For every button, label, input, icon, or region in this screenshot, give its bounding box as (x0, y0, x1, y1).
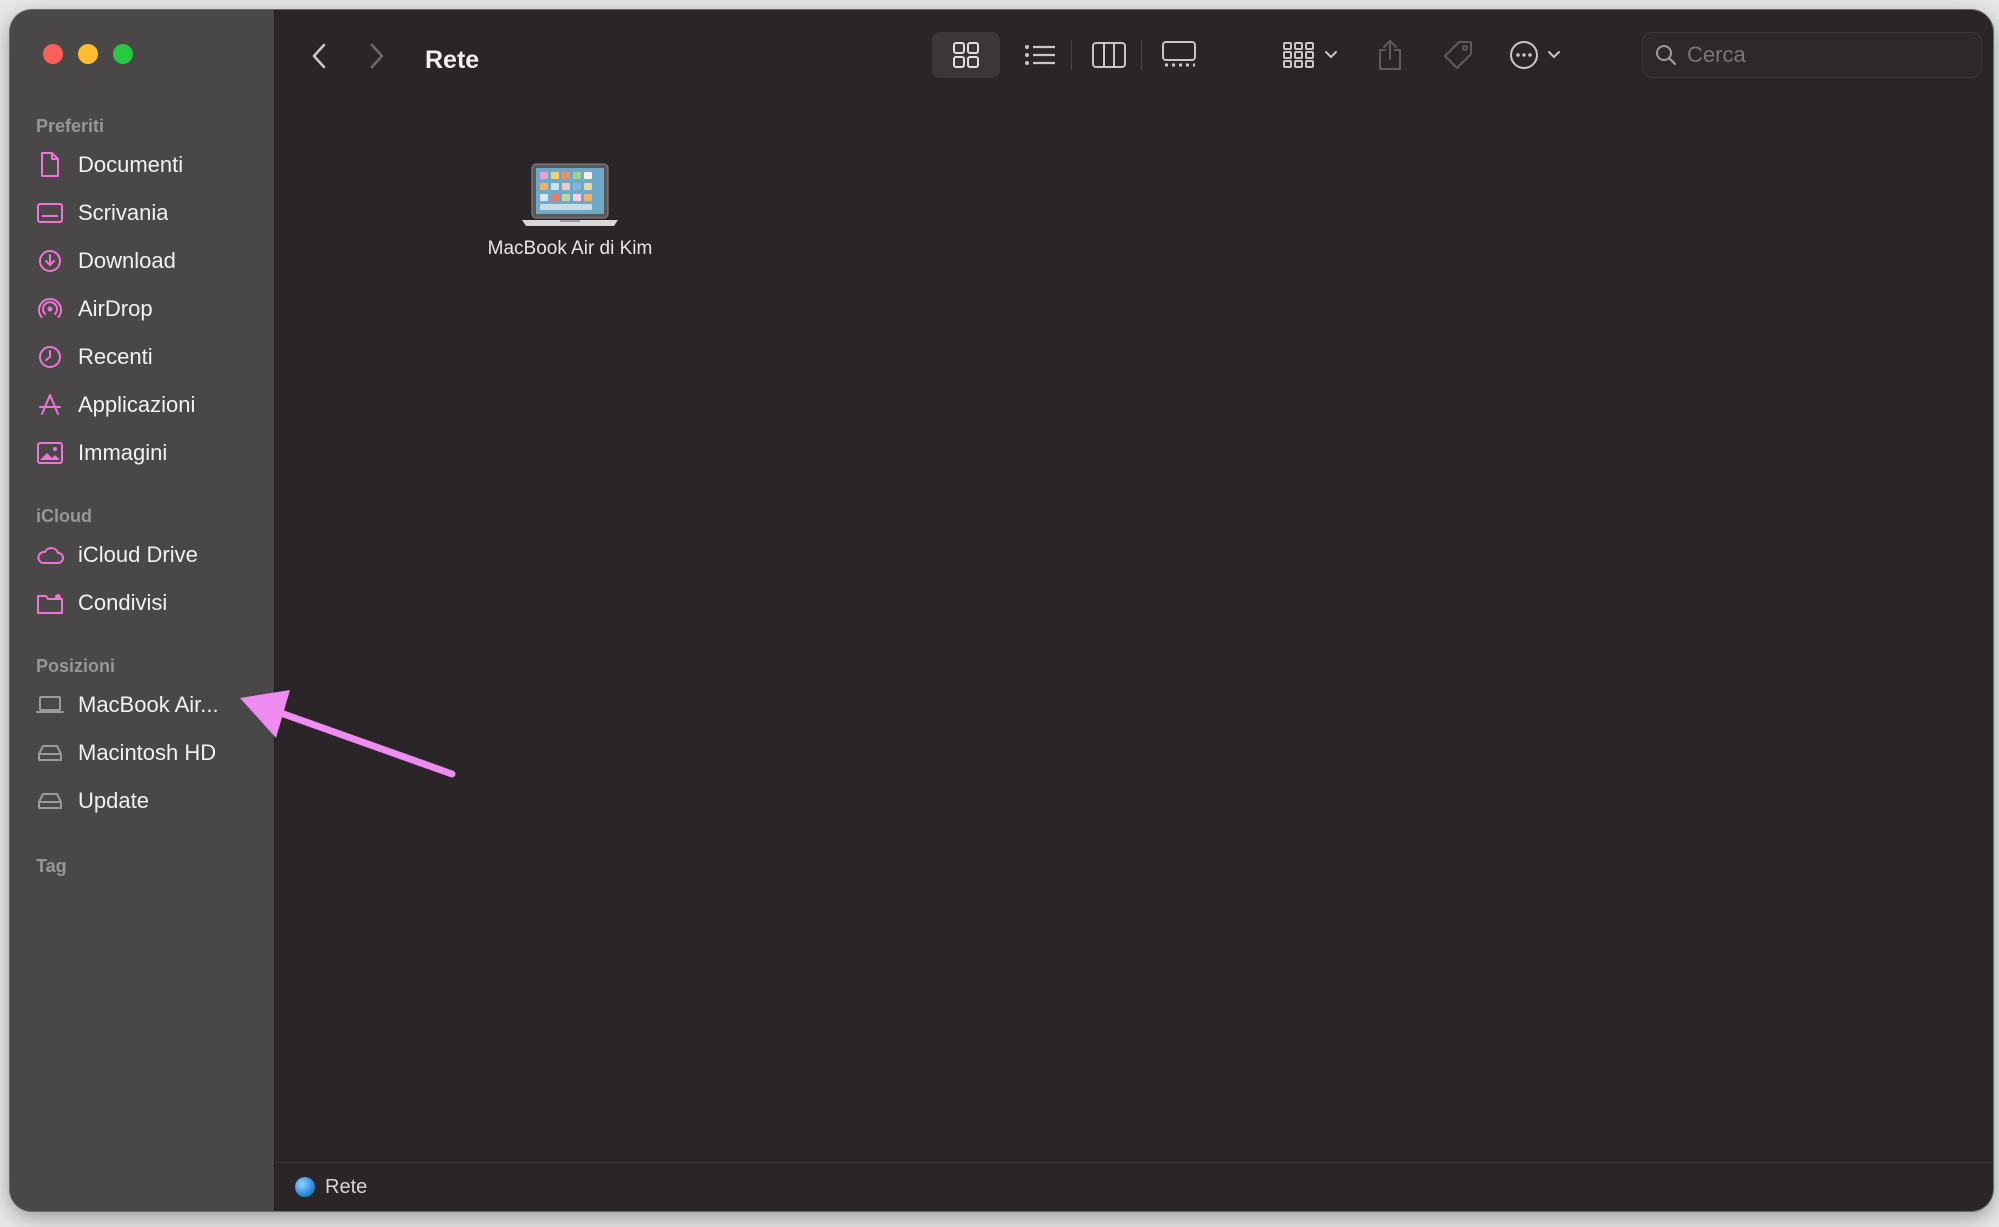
macbook-icon (522, 163, 618, 226)
window-controls (43, 44, 133, 64)
sidebar-item-scrivania[interactable]: Scrivania (36, 193, 256, 233)
share-button[interactable] (1367, 32, 1413, 78)
columns-icon (1092, 42, 1126, 68)
sidebar-item-download[interactable]: Download (36, 241, 256, 281)
sidebar-item-label: Update (78, 788, 149, 813)
desktop-icon (36, 199, 64, 227)
sidebar-item-label: Documenti (78, 152, 184, 177)
sidebar-item-recenti[interactable]: Recenti (36, 337, 256, 377)
chevron-right-icon (370, 43, 384, 69)
file-browser-area[interactable]: MacBook Air di Kim (275, 102, 1993, 1163)
sidebar-item-label: Applicazioni (78, 392, 196, 417)
section-header-icloud: iCloud (36, 506, 92, 526)
sidebar-item-label: Scrivania (78, 200, 169, 225)
toolbar: Rete (275, 10, 1993, 102)
chevron-down-icon (1548, 51, 1560, 59)
disk-icon (36, 787, 64, 815)
section-header-posizioni: Posizioni (36, 656, 116, 676)
photo-icon (36, 439, 64, 467)
ellipsis-circle-icon (1510, 41, 1538, 69)
sidebar-item-label: iCloud Drive (78, 542, 198, 567)
sidebar-item-label: MacBook Air... (78, 692, 219, 717)
forward-button[interactable] (361, 40, 393, 72)
airdrop-icon (36, 295, 64, 323)
sidebar-item-icloud-drive[interactable]: iCloud Drive (36, 535, 256, 575)
chevron-left-icon (312, 43, 326, 69)
sidebar-item-label: AirDrop (78, 296, 153, 321)
sidebar-item-documenti[interactable]: Documenti (36, 145, 256, 185)
tag-button[interactable] (1435, 32, 1481, 78)
sidebar-item-label: Immagini (78, 440, 168, 465)
sidebar-item-condivisi[interactable]: Condivisi (36, 583, 256, 623)
tag-icon (1444, 41, 1472, 69)
document-icon (36, 151, 64, 179)
sidebar-item-label: Macintosh HD (78, 740, 217, 765)
sidebar-item-label: Recenti (78, 344, 153, 369)
sidebar-item-label: Download (78, 248, 176, 273)
more-actions-button[interactable] (1503, 32, 1567, 78)
sidebar-item-airdrop[interactable]: AirDrop (36, 289, 256, 329)
sidebar-item-label: Condivisi (78, 590, 168, 615)
group-grid-icon (1283, 42, 1314, 68)
toolbar-divider (1071, 40, 1072, 70)
path-bar-item[interactable]: Rete (325, 1176, 367, 1199)
section-header-preferiti: Preferiti (36, 116, 105, 136)
share-icon (1379, 40, 1401, 70)
sidebar-item-macbook-air[interactable]: MacBook Air... (36, 685, 256, 725)
search-icon (1656, 45, 1677, 66)
window-title: Rete (425, 46, 480, 74)
sidebar: Preferiti Documenti Scrivania Download A… (10, 10, 275, 1211)
finder-window: Preferiti Documenti Scrivania Download A… (10, 10, 1993, 1211)
back-button[interactable] (303, 40, 335, 72)
close-button[interactable] (43, 44, 63, 64)
search-input[interactable] (1685, 41, 1959, 69)
search-field[interactable] (1642, 32, 1982, 78)
shared-folder-icon (36, 589, 64, 617)
list-view-button[interactable] (1010, 32, 1070, 78)
gallery-icon (1162, 41, 1196, 67)
sidebar-item-update[interactable]: Update (36, 781, 256, 821)
path-bar: Rete (275, 1162, 1993, 1211)
list-icon (1025, 45, 1055, 65)
minimize-button[interactable] (78, 44, 98, 64)
network-item-label: MacBook Air di Kim (487, 238, 653, 259)
section-header-tag: Tag (36, 856, 67, 876)
sidebar-item-applicazioni[interactable]: Applicazioni (36, 385, 256, 425)
grid-icon (953, 42, 979, 68)
icon-view-button[interactable] (932, 32, 1000, 78)
network-item-macbook-air-di-kim[interactable]: MacBook Air di Kim (480, 162, 660, 260)
disk-icon (36, 739, 64, 767)
applications-icon (36, 391, 64, 419)
sidebar-item-macintosh-hd[interactable]: Macintosh HD (36, 733, 256, 773)
download-icon (36, 247, 64, 275)
laptop-icon (36, 691, 64, 719)
clock-icon (36, 343, 64, 371)
cloud-icon (36, 541, 64, 569)
toolbar-divider (1141, 40, 1142, 70)
gallery-view-button[interactable] (1149, 32, 1209, 78)
network-globe-icon (295, 1177, 315, 1197)
sidebar-item-immagini[interactable]: Immagini (36, 433, 256, 473)
group-by-button[interactable] (1275, 32, 1345, 78)
column-view-button[interactable] (1079, 32, 1139, 78)
zoom-button[interactable] (113, 44, 133, 64)
chevron-down-icon (1325, 51, 1337, 59)
